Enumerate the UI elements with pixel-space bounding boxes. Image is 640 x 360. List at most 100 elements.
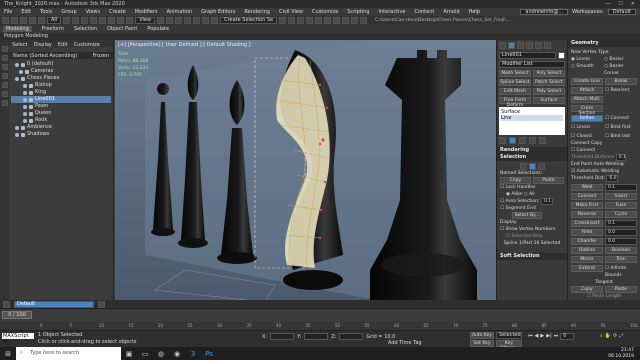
selected-dropdown[interactable]: Selected bbox=[496, 332, 522, 339]
menu-views[interactable]: Views bbox=[86, 9, 100, 15]
closed-checkbox[interactable]: ☐ Closed bbox=[571, 133, 603, 140]
scene-menu-customize[interactable]: Customize bbox=[74, 42, 100, 48]
layer-row[interactable]: Shadows bbox=[11, 131, 111, 138]
attach-button[interactable]: Attach bbox=[571, 87, 603, 94]
make-first-button[interactable]: Make First bbox=[571, 202, 603, 209]
pivot-icon[interactable] bbox=[157, 17, 165, 24]
patch-select-button[interactable]: Patch Select bbox=[533, 79, 565, 86]
shapes-filter-icon[interactable] bbox=[1, 73, 8, 79]
curve-editor-icon[interactable] bbox=[315, 17, 323, 24]
segment-end-checkbox[interactable]: ☐ bbox=[500, 206, 504, 211]
photoshop-icon[interactable]: Ps bbox=[201, 347, 217, 360]
close-icon[interactable]: ✕ bbox=[631, 1, 635, 7]
layer-row[interactable]: 0 (default) bbox=[11, 61, 111, 68]
viewport-label[interactable]: [+] [Perspective] [ User Defined ] [ Def… bbox=[118, 42, 251, 48]
lock-handles-checkbox[interactable]: ☐ bbox=[500, 185, 504, 190]
bind-space-warp-icon[interactable] bbox=[38, 17, 45, 24]
geometry-filter-icon[interactable] bbox=[1, 64, 8, 70]
mirror-button[interactable]: Mirror bbox=[571, 256, 603, 263]
attach-mult-button[interactable]: Attach Mult. bbox=[571, 96, 603, 103]
graphite-toolbar-icon[interactable] bbox=[306, 17, 314, 24]
mirror-icon[interactable] bbox=[279, 17, 287, 24]
pin-stack-icon[interactable] bbox=[499, 137, 506, 144]
chamfer-button[interactable]: Chamfer bbox=[571, 238, 603, 245]
key-filters-button[interactable]: Key Filters... bbox=[496, 340, 522, 351]
helpers-filter-icon[interactable] bbox=[1, 100, 8, 106]
configure-sets-icon[interactable] bbox=[539, 137, 546, 144]
object-color-swatch[interactable] bbox=[558, 52, 565, 59]
render-setup-icon[interactable] bbox=[342, 17, 350, 24]
remove-modifier-icon[interactable] bbox=[529, 137, 536, 144]
create-tab-icon[interactable] bbox=[499, 42, 506, 49]
render-production-icon[interactable] bbox=[360, 17, 368, 24]
menu-animation[interactable]: Animation bbox=[167, 9, 193, 15]
menu-edit[interactable]: Edit bbox=[21, 9, 31, 15]
fuse-button[interactable]: Fuse bbox=[605, 202, 637, 209]
poly-select-button[interactable]: Poly Select bbox=[533, 70, 565, 77]
zoom-icon[interactable]: ⌕ bbox=[600, 333, 603, 339]
visibility-eye-icon[interactable] bbox=[15, 62, 19, 67]
menu-content[interactable]: Content bbox=[414, 9, 434, 15]
cross-section-button[interactable]: Cross Section bbox=[571, 105, 603, 116]
column-name[interactable]: Name (Sorted Ascending) bbox=[13, 53, 77, 59]
cameras-filter-icon[interactable] bbox=[1, 91, 8, 97]
select-object-icon[interactable] bbox=[63, 17, 71, 24]
object-row[interactable]: Rook bbox=[11, 117, 111, 124]
free-form-deform-button[interactable]: Free Form Deform bbox=[499, 97, 531, 108]
undo-icon[interactable] bbox=[2, 17, 9, 24]
x-coordinate-field[interactable] bbox=[270, 333, 295, 340]
maxscript-listener[interactable]: MAXScript Mi bbox=[2, 333, 34, 345]
hierarchy-tab-icon[interactable] bbox=[517, 42, 524, 49]
crossinsert-input[interactable]: 0.1 bbox=[605, 220, 637, 227]
object-row[interactable]: Bishop bbox=[11, 82, 111, 89]
cycle-button[interactable]: Cycle bbox=[605, 211, 637, 218]
threshold-input[interactable]: 0.1 bbox=[615, 154, 626, 161]
schematic-view-icon[interactable] bbox=[324, 17, 332, 24]
surface-button[interactable]: Surface bbox=[533, 97, 565, 104]
insert-button[interactable]: Insert bbox=[605, 193, 637, 200]
show-vertex-numbers-checkbox[interactable]: ☐ bbox=[500, 227, 504, 232]
rendered-frame-window-icon[interactable] bbox=[351, 17, 359, 24]
tab-freeform[interactable]: Freeform bbox=[42, 26, 64, 32]
ribbon-panel[interactable]: Polygon Modeling bbox=[0, 33, 640, 40]
automatic-welding-checkbox[interactable]: ☑ bbox=[571, 169, 575, 174]
menu-civil-view[interactable]: Civil View bbox=[279, 9, 303, 15]
layer-explorer-icon[interactable] bbox=[297, 17, 305, 24]
tab-selection[interactable]: Selection bbox=[74, 26, 97, 32]
menu-arnold[interactable]: Arnold bbox=[443, 9, 459, 15]
manipulate-icon[interactable] bbox=[166, 17, 174, 24]
layer-row[interactable]: Ambience bbox=[11, 124, 111, 131]
menu-scripting[interactable]: Scripting bbox=[347, 9, 369, 15]
weld-input[interactable]: 0.1 bbox=[605, 184, 637, 191]
visibility-eye-icon[interactable] bbox=[23, 97, 27, 102]
tangent-paste-button[interactable]: Paste bbox=[605, 286, 637, 293]
menu-tools[interactable]: Tools bbox=[40, 9, 52, 15]
bezier-radio[interactable]: ○ Bezier bbox=[604, 56, 637, 63]
outline-button[interactable]: Outline bbox=[571, 247, 603, 254]
task-view-icon[interactable]: ▣ bbox=[121, 347, 137, 360]
column-frozen[interactable]: Frozen bbox=[93, 53, 109, 59]
mesh-select-button[interactable]: Mesh Select bbox=[499, 70, 531, 77]
edit-mesh-button[interactable]: Edit Mesh bbox=[499, 88, 531, 95]
visibility-eye-icon[interactable] bbox=[15, 125, 19, 130]
selection-rollout[interactable]: Selection bbox=[497, 154, 567, 161]
visibility-eye-icon[interactable] bbox=[15, 132, 19, 137]
stack-item-line[interactable]: Line bbox=[501, 115, 563, 121]
rotate-icon[interactable] bbox=[108, 17, 116, 24]
z-coordinate-field[interactable] bbox=[339, 333, 364, 340]
layer-row[interactable]: Chess Pieces bbox=[11, 75, 111, 82]
fillet-button[interactable]: Fillet bbox=[571, 229, 603, 236]
connect-button[interactable]: Connect bbox=[571, 193, 603, 200]
menu-create[interactable]: Create bbox=[109, 9, 126, 15]
bind-first-checkbox[interactable]: ☐ Bind first bbox=[605, 124, 637, 131]
refine-button[interactable]: Refine bbox=[571, 115, 603, 122]
linear-checkbox[interactable]: ☐ Linear bbox=[571, 124, 603, 131]
minimize-icon[interactable]: — bbox=[605, 1, 610, 7]
selected-only-checkbox[interactable]: ☐ bbox=[506, 234, 510, 239]
maximize-viewport-icon[interactable]: ⤢ bbox=[619, 333, 623, 339]
filter-icon[interactable] bbox=[1, 55, 8, 61]
break-button[interactable]: Break bbox=[605, 78, 637, 85]
object-row[interactable]: Pawn bbox=[11, 103, 111, 110]
visibility-eye-icon[interactable] bbox=[23, 118, 27, 123]
chamfer-input[interactable]: 0.0 bbox=[605, 238, 637, 245]
